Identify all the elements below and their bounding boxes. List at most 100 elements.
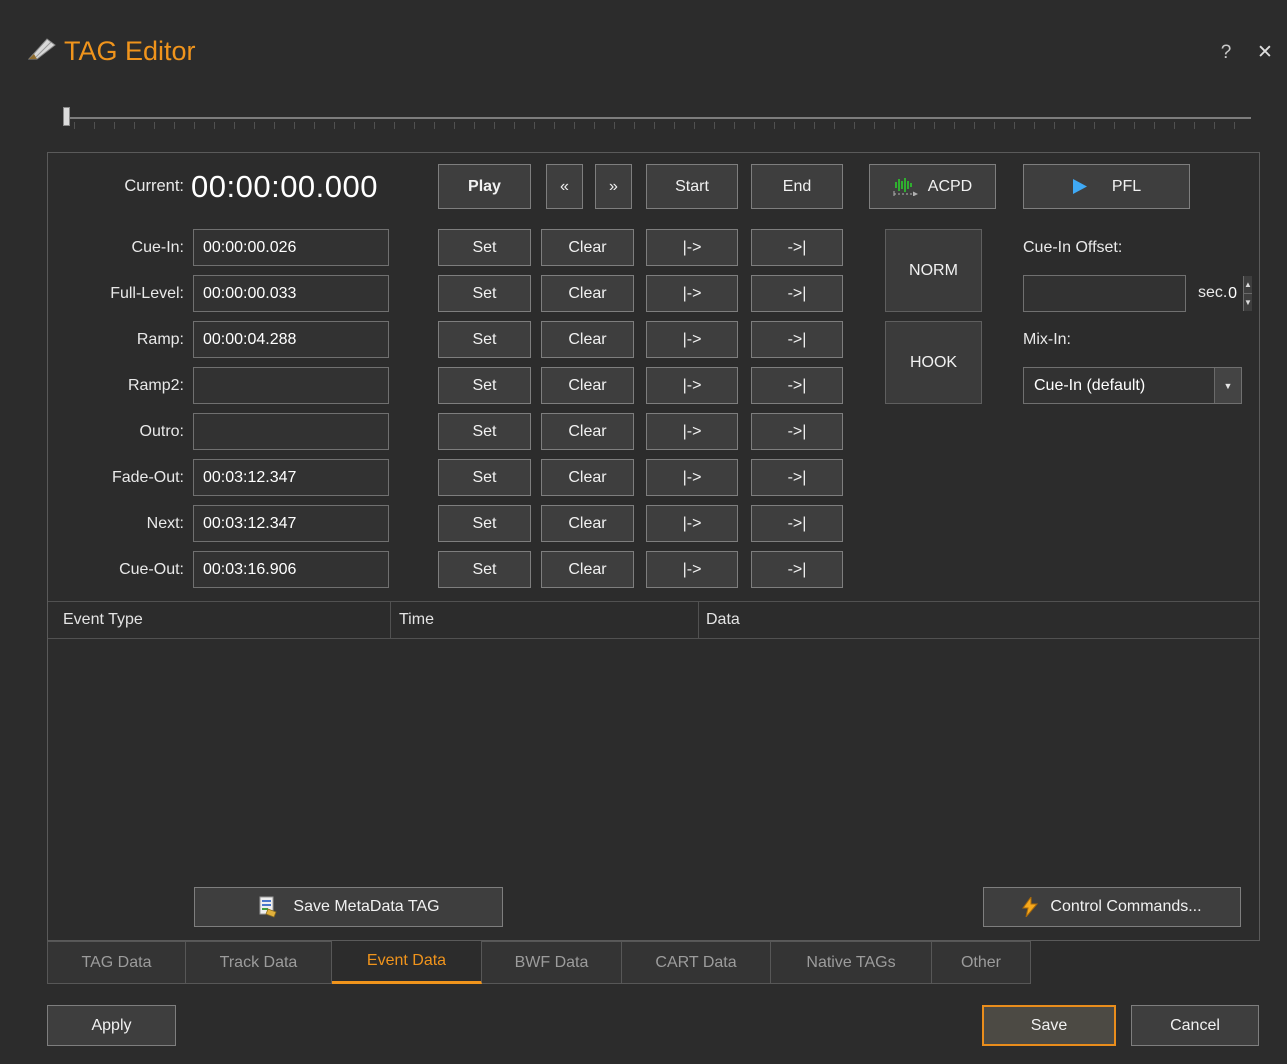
spinner-buttons: ▲ ▼ [1243, 276, 1252, 311]
full-level-time-field[interactable] [193, 275, 389, 312]
tab-tag-data[interactable]: TAG Data [47, 941, 186, 984]
tab-event-data[interactable]: Event Data [332, 941, 482, 984]
outro-snap-left-button[interactable]: |-> [646, 413, 738, 450]
cue-in-snap-right-button[interactable]: ->| [751, 229, 843, 266]
next-snap-left-button[interactable]: |-> [646, 505, 738, 542]
tab-other[interactable]: Other [932, 941, 1031, 984]
fade-out-time-field[interactable] [193, 459, 389, 496]
cue-row-next: Next: Set Clear |-> ->| [48, 505, 1259, 542]
lightning-bolt-icon [1022, 897, 1038, 917]
fade-out-snap-right-button[interactable]: ->| [751, 459, 843, 496]
save-button[interactable]: Save [982, 1005, 1116, 1046]
tab-bwf-data[interactable]: BWF Data [482, 941, 622, 984]
ramp2-snap-right-button[interactable]: ->| [751, 367, 843, 404]
outro-snap-right-button[interactable]: ->| [751, 413, 843, 450]
control-commands-button[interactable]: Control Commands... [983, 887, 1241, 927]
control-commands-label: Control Commands... [1050, 898, 1201, 916]
full-level-set-button[interactable]: Set [438, 275, 531, 312]
next-set-button[interactable]: Set [438, 505, 531, 542]
tab-native-tags[interactable]: Native TAGs [771, 941, 932, 984]
fade-out-snap-left-button[interactable]: |-> [646, 459, 738, 496]
ramp2-clear-button[interactable]: Clear [541, 367, 634, 404]
cue-in-set-button[interactable]: Set [438, 229, 531, 266]
cue-in-offset-spinner: ▲ ▼ [1023, 275, 1186, 312]
cue-in-time-field[interactable] [193, 229, 389, 266]
norm-button[interactable]: NORM [885, 229, 982, 312]
mix-in-label: Mix-In: [1023, 331, 1071, 349]
next-snap-right-button[interactable]: ->| [751, 505, 843, 542]
tab-cart-data[interactable]: CART Data [622, 941, 771, 984]
goto-start-button[interactable]: Start [646, 164, 738, 209]
waveform-icon [893, 177, 919, 196]
ramp2-snap-left-button[interactable]: |-> [646, 367, 738, 404]
outro-label: Outro: [48, 413, 184, 450]
tab-track-data[interactable]: Track Data [186, 941, 332, 984]
chevron-down-icon[interactable]: ▼ [1214, 368, 1241, 403]
cue-row-fade-out: Fade-Out: Set Clear |-> ->| [48, 459, 1259, 496]
pfl-button[interactable]: PFL [1023, 164, 1190, 209]
ramp-clear-button[interactable]: Clear [541, 321, 634, 358]
column-header-time[interactable]: Time [391, 602, 699, 638]
ramp2-set-button[interactable]: Set [438, 367, 531, 404]
timeline-slider-handle[interactable] [63, 107, 70, 126]
ramp2-time-field[interactable] [193, 367, 389, 404]
help-button[interactable]: ? [1214, 42, 1238, 64]
outro-clear-button[interactable]: Clear [541, 413, 634, 450]
hook-button[interactable]: HOOK [885, 321, 982, 404]
ramp-set-button[interactable]: Set [438, 321, 531, 358]
current-time-display: 00:00:00.000 [191, 165, 378, 210]
column-header-data[interactable]: Data [699, 602, 1259, 638]
cue-out-snap-right-button[interactable]: ->| [751, 551, 843, 588]
play-triangle-icon [1072, 178, 1088, 195]
timeline-track[interactable] [70, 117, 1251, 119]
spinner-down-button[interactable]: ▼ [1244, 293, 1252, 311]
fade-out-set-button[interactable]: Set [438, 459, 531, 496]
metadata-tag-icon [257, 896, 279, 918]
next-label: Next: [48, 505, 184, 542]
full-level-snap-left-button[interactable]: |-> [646, 275, 738, 312]
goto-end-button[interactable]: End [751, 164, 843, 209]
mix-in-value: Cue-In (default) [1024, 377, 1214, 395]
cue-in-clear-button[interactable]: Clear [541, 229, 634, 266]
cue-row-cue-out: Cue-Out: Set Clear |-> ->| [48, 551, 1259, 588]
ramp-snap-left-button[interactable]: |-> [646, 321, 738, 358]
save-metadata-tag-button[interactable]: Save MetaData TAG [194, 887, 503, 927]
mix-in-dropdown[interactable]: Cue-In (default) ▼ [1023, 367, 1242, 404]
tag-editor-window: TAG Editor ? ✕ Current: 00:00:00.000 Pla… [0, 0, 1287, 1064]
next-clear-button[interactable]: Clear [541, 505, 634, 542]
cue-out-snap-left-button[interactable]: |-> [646, 551, 738, 588]
acpd-button[interactable]: ACPD [869, 164, 996, 209]
tag-editor-icon [26, 36, 58, 68]
cancel-button[interactable]: Cancel [1131, 1005, 1259, 1046]
fade-out-label: Fade-Out: [48, 459, 184, 496]
pfl-label: PFL [1112, 178, 1141, 196]
cue-row-outro: Outro: Set Clear |-> ->| [48, 413, 1259, 450]
spinner-up-button[interactable]: ▲ [1244, 276, 1252, 293]
full-level-snap-right-button[interactable]: ->| [751, 275, 843, 312]
apply-button[interactable]: Apply [47, 1005, 176, 1046]
outro-set-button[interactable]: Set [438, 413, 531, 450]
ramp-time-field[interactable] [193, 321, 389, 358]
event-list[interactable] [48, 639, 1259, 879]
play-button[interactable]: Play [438, 164, 531, 209]
editor-panel: Current: 00:00:00.000 Play « » Start End [47, 152, 1260, 941]
fade-out-clear-button[interactable]: Clear [541, 459, 634, 496]
ramp-snap-right-button[interactable]: ->| [751, 321, 843, 358]
cue-out-time-field[interactable] [193, 551, 389, 588]
cue-out-clear-button[interactable]: Clear [541, 551, 634, 588]
outro-time-field[interactable] [193, 413, 389, 450]
full-level-clear-button[interactable]: Clear [541, 275, 634, 312]
cue-out-set-button[interactable]: Set [438, 551, 531, 588]
next-time-field[interactable] [193, 505, 389, 542]
cue-row-ramp: Ramp: Set Clear |-> ->| [48, 321, 1259, 358]
window-title: TAG Editor [64, 36, 196, 67]
step-forward-button[interactable]: » [595, 164, 632, 209]
timeline-ticks [74, 122, 1251, 129]
close-button[interactable]: ✕ [1252, 41, 1278, 64]
column-header-event-type[interactable]: Event Type [48, 602, 391, 638]
cue-in-snap-left-button[interactable]: |-> [646, 229, 738, 266]
save-metadata-tag-label: Save MetaData TAG [293, 898, 439, 916]
step-back-button[interactable]: « [546, 164, 583, 209]
full-level-label: Full-Level: [48, 275, 184, 312]
cue-out-label: Cue-Out: [48, 551, 184, 588]
